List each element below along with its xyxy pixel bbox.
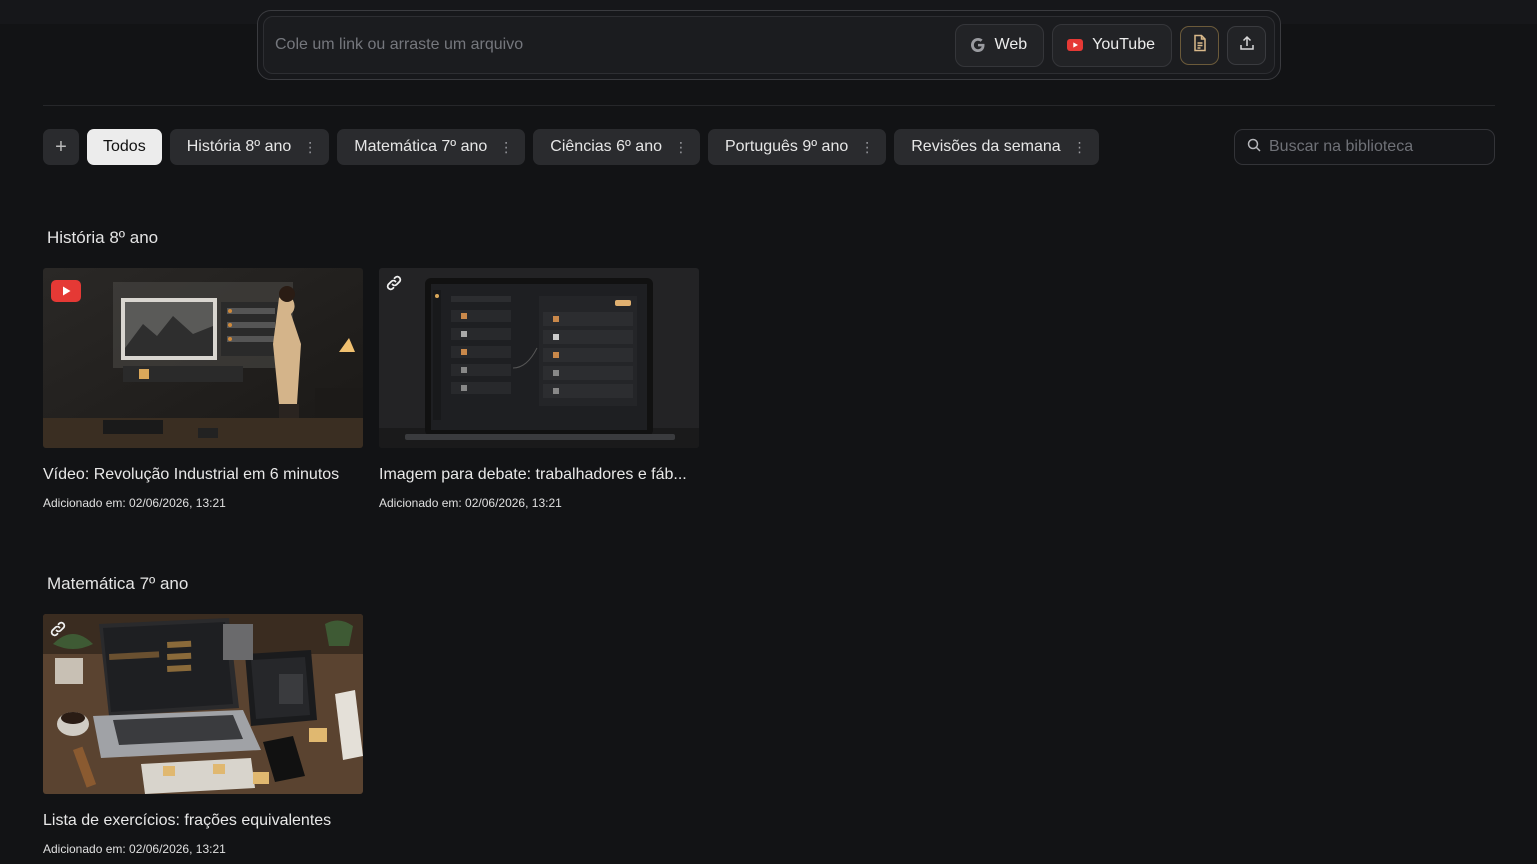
link-icon: [49, 620, 67, 643]
document-upload-button[interactable]: [1180, 25, 1219, 65]
filter-chip-label: Revisões da semana: [911, 138, 1061, 155]
plus-icon: +: [55, 135, 67, 158]
youtube-icon: [1067, 39, 1084, 51]
card-title[interactable]: Lista de exercícios: frações equivalente…: [43, 812, 361, 830]
filter-chip-matematica[interactable]: Matemática 7º ano ⋮: [337, 129, 526, 165]
filter-chip-label: Matemática 7º ano: [354, 138, 488, 155]
document-icon: [1192, 34, 1208, 57]
card-date: Adicionado em: 02/06/2026, 13:21: [379, 496, 562, 510]
filter-chip-revisoes[interactable]: Revisões da semana ⋮: [894, 129, 1099, 165]
card-thumbnail[interactable]: [43, 614, 363, 794]
search-input[interactable]: [1269, 138, 1494, 156]
filter-bar: + Todos História 8º ano ⋮ Matemática 7º …: [43, 129, 1099, 165]
upload-icon: [1239, 35, 1255, 56]
filter-chip-label: Todos: [103, 138, 146, 155]
filter-chip-label: Ciências 6º ano: [550, 138, 662, 155]
card-title[interactable]: Imagem para debate: trabalhadores e fáb.…: [379, 466, 697, 484]
youtube-icon: [51, 280, 81, 307]
filter-chip-historia[interactable]: História 8º ano ⋮: [169, 129, 330, 165]
google-icon: [970, 37, 986, 53]
card-date: Adicionado em: 02/06/2026, 13:21: [43, 842, 226, 856]
web-button[interactable]: Web: [954, 23, 1045, 67]
web-button-label: Web: [994, 36, 1028, 53]
filter-chip-portugues[interactable]: Português 9º ano ⋮: [707, 129, 887, 165]
filter-chip-ciencias[interactable]: Ciências 6º ano ⋮: [533, 129, 700, 165]
more-options-icon[interactable]: ⋮: [860, 139, 874, 156]
library-card[interactable]: Imagem para debate: trabalhadores e fáb.…: [379, 268, 699, 510]
input-bar-container: Web YouTube: [257, 10, 1281, 80]
section-title: História 8º ano: [47, 228, 159, 247]
link-input[interactable]: [275, 36, 955, 54]
card-thumbnail[interactable]: [379, 268, 699, 448]
library-card[interactable]: Vídeo: Revolução Industrial em 6 minutos…: [43, 268, 363, 510]
filter-chip-label: História 8º ano: [186, 138, 292, 155]
youtube-button-label: YouTube: [1092, 36, 1155, 53]
link-icon: [385, 274, 403, 297]
section-title: Matemática 7º ano: [47, 574, 189, 593]
input-bar: Web YouTube: [263, 16, 1275, 74]
upload-button[interactable]: [1227, 25, 1266, 65]
library-search: [1234, 129, 1495, 165]
youtube-button[interactable]: YouTube: [1052, 23, 1172, 67]
card-thumbnail[interactable]: [43, 268, 363, 448]
filter-chip-label: Português 9º ano: [724, 138, 849, 155]
add-collection-button[interactable]: +: [43, 129, 79, 165]
card-title[interactable]: Vídeo: Revolução Industrial em 6 minutos: [43, 466, 361, 484]
filter-chip-todos[interactable]: Todos: [87, 129, 162, 165]
more-options-icon[interactable]: ⋮: [499, 139, 513, 156]
more-options-icon[interactable]: ⋮: [303, 139, 317, 156]
more-options-icon[interactable]: ⋮: [1073, 139, 1087, 156]
library-card[interactable]: Lista de exercícios: frações equivalente…: [43, 614, 363, 856]
header-divider: [43, 105, 1495, 106]
more-options-icon[interactable]: ⋮: [674, 139, 688, 156]
card-date: Adicionado em: 02/06/2026, 13:21: [43, 496, 226, 510]
search-icon: [1247, 138, 1261, 157]
